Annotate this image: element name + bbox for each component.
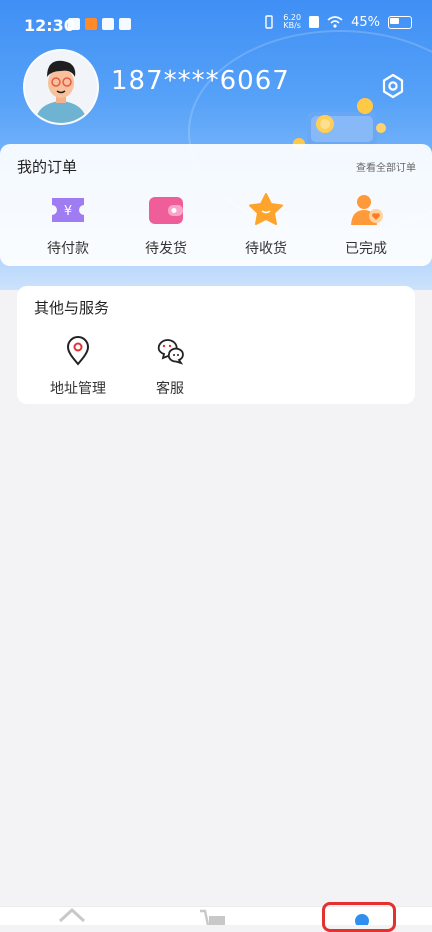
order-label: 待发货 <box>145 241 187 257</box>
app-notification-icon <box>119 18 131 30</box>
tab-home-icon[interactable] <box>58 907 86 925</box>
order-completed[interactable]: 已完成 <box>326 192 406 258</box>
customer-service-item[interactable]: 客服 <box>135 336 205 398</box>
status-right: 6.20 KB/s 45% <box>263 14 412 30</box>
order-pending-payment[interactable]: ¥ 待付款 <box>28 192 108 258</box>
order-label: 待收货 <box>245 241 287 257</box>
coins-decoration-icon <box>293 98 386 150</box>
sim-icon <box>309 16 320 28</box>
other-services-card: 其他与服务 地址管理 客服 <box>17 286 415 404</box>
wallet-icon <box>149 197 183 224</box>
tab-cart-icon[interactable] <box>198 907 228 925</box>
wifi-icon <box>327 16 343 28</box>
star-icon <box>249 193 283 225</box>
my-orders-card: 我的订单 查看全部订单 ¥ 待付款 待发货 待收货 已完成 <box>0 144 432 266</box>
active-tab-highlight <box>322 902 396 932</box>
svg-text:¥: ¥ <box>64 204 72 219</box>
status-bar: 12:30 6.20 KB/s 45% <box>0 0 432 50</box>
address-management-item[interactable]: 地址管理 <box>43 336 113 398</box>
service-label: 客服 <box>156 381 184 397</box>
yen-ticket-icon: ¥ <box>52 198 84 222</box>
vibrate-icon <box>265 15 273 29</box>
avatar[interactable] <box>23 49 99 125</box>
notification-icons <box>68 18 131 30</box>
net-speed: 6.20 KB/s <box>283 13 302 30</box>
battery-percent: 45% <box>351 14 380 30</box>
settings-gear-icon[interactable] <box>380 73 406 99</box>
order-pending-shipment[interactable]: 待发货 <box>126 192 206 258</box>
battery-icon <box>388 15 412 29</box>
profile-header: 12:30 6.20 KB/s 45% 187****6067 我的订单 查看全… <box>0 0 432 290</box>
app-notification-icon <box>85 18 97 30</box>
app-notification-icon <box>102 18 114 30</box>
orders-title: 我的订单 <box>17 158 78 176</box>
services-title: 其他与服务 <box>34 299 110 317</box>
location-pin-icon <box>66 336 90 366</box>
service-label: 地址管理 <box>50 381 106 397</box>
chat-bubbles-icon <box>157 339 184 365</box>
phone-number: 187****6067 <box>111 66 290 96</box>
order-label: 待付款 <box>47 241 89 257</box>
user-heart-icon <box>351 195 383 225</box>
order-label: 已完成 <box>345 241 387 257</box>
view-all-orders-link[interactable]: 查看全部订单 <box>356 159 416 174</box>
app-notification-icon <box>68 18 80 30</box>
order-pending-receipt[interactable]: 待收货 <box>226 192 306 258</box>
